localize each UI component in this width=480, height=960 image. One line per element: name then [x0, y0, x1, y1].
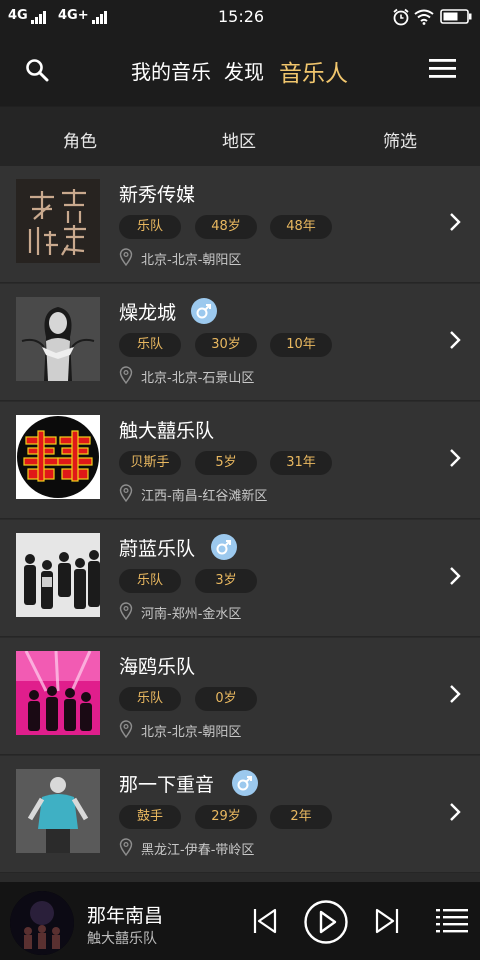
- band-photo-image: [16, 533, 100, 617]
- location-pin-icon: [119, 366, 133, 384]
- chevron-right-icon[interactable]: [448, 801, 462, 823]
- signal-indicator-2: 4G+: [58, 8, 108, 24]
- song-title: 那年南昌: [87, 905, 164, 927]
- list-item[interactable]: 海鸥乐队 乐队 0岁 北京-北京-朝阳区: [0, 638, 480, 755]
- wifi-icon: [414, 9, 434, 25]
- filter-bar: 角色 地区 筛选: [0, 106, 480, 166]
- list-item[interactable]: 新秀传媒 乐队 48岁 48年 北京-北京-朝阳区: [0, 166, 480, 283]
- tag-age: 29岁: [195, 805, 257, 829]
- male-icon: [191, 298, 217, 324]
- tag-age: 48岁: [195, 215, 257, 239]
- tab-discover[interactable]: 发现: [224, 56, 264, 85]
- artist-thumbnail: [16, 179, 100, 263]
- location-pin-icon: [119, 484, 133, 502]
- male-icon: [211, 534, 237, 560]
- location-pin-icon: [119, 248, 133, 266]
- tag-years: 31年: [270, 451, 332, 475]
- signal-bars-icon: [91, 9, 108, 24]
- location-text: 北京-北京-朝阳区: [141, 253, 242, 268]
- now-playing-bar[interactable]: 那年南昌 触大囍乐队: [0, 882, 480, 960]
- signal-indicator-1: 4G: [8, 8, 47, 24]
- location-text: 江西-南昌-红谷滩新区: [141, 489, 268, 504]
- tag-role: 乐队: [119, 215, 181, 239]
- male-icon: [232, 770, 258, 796]
- list-item[interactable]: 那一下重音 鼓手 29岁 2年 黑龙江-伊春-带岭区: [0, 756, 480, 873]
- top-navigation: 我的音乐 发现 音乐人: [0, 34, 480, 106]
- list-item[interactable]: 燥龙城 乐队 30岁 10年 北京-北京-石景山区: [0, 284, 480, 401]
- play-icon[interactable]: [303, 899, 349, 945]
- location-pin-icon: [119, 720, 133, 738]
- signal-label-2: 4G+: [58, 8, 89, 23]
- status-bar: 4G 4G+ 15:26: [0, 0, 480, 34]
- artist-name: 触大囍乐队: [119, 420, 215, 442]
- tag-role: 乐队: [119, 687, 181, 711]
- filter-screen[interactable]: 筛选: [383, 127, 417, 152]
- tag-age: 3岁: [195, 569, 257, 593]
- tag-age: 0岁: [195, 687, 257, 711]
- artist-name: 那一下重音: [119, 774, 215, 796]
- list-item[interactable]: 触大囍乐队 贝斯手 5岁 31年 江西-南昌-红谷滩新区: [0, 402, 480, 519]
- tag-role: 鼓手: [119, 805, 181, 829]
- search-icon[interactable]: [25, 58, 49, 82]
- alarm-icon: [393, 8, 409, 26]
- tab-musicians[interactable]: 音乐人: [279, 54, 348, 88]
- previous-icon[interactable]: [252, 907, 278, 935]
- song-artist: 触大囍乐队: [87, 931, 157, 947]
- artist-name: 新秀传媒: [119, 184, 196, 206]
- red-logo-image: [16, 415, 100, 499]
- tag-years: 48年: [270, 215, 332, 239]
- location-text: 北京-北京-朝阳区: [141, 725, 242, 740]
- tag-age: 5岁: [195, 451, 257, 475]
- playlist-icon[interactable]: [436, 908, 468, 934]
- tag-age: 30岁: [195, 333, 257, 357]
- artist-name: 海鸥乐队: [119, 656, 196, 678]
- chevron-right-icon[interactable]: [448, 329, 462, 351]
- battery-icon: [440, 9, 472, 24]
- chevron-right-icon[interactable]: [448, 683, 462, 705]
- location-text: 北京-北京-石景山区: [141, 371, 255, 386]
- filter-region[interactable]: 地区: [222, 127, 256, 152]
- artist-thumbnail: [16, 769, 100, 853]
- calligraphy-logo-image: [16, 179, 100, 263]
- artist-name: 燥龙城: [119, 302, 177, 324]
- tab-my-music[interactable]: 我的音乐: [131, 56, 211, 85]
- filter-role[interactable]: 角色: [63, 127, 97, 152]
- chevron-right-icon[interactable]: [448, 565, 462, 587]
- album-art[interactable]: [10, 891, 74, 955]
- location-text: 河南-郑州-金水区: [141, 607, 242, 622]
- location-text: 黑龙江-伊春-带岭区: [141, 843, 255, 858]
- sketch-figure-image: [16, 769, 100, 853]
- clock: 15:26: [218, 7, 265, 26]
- tag-years: 10年: [270, 333, 332, 357]
- chevron-right-icon[interactable]: [448, 211, 462, 233]
- artist-thumbnail: [16, 651, 100, 735]
- artist-thumbnail: [16, 297, 100, 381]
- chevron-right-icon[interactable]: [448, 447, 462, 469]
- tag-years: 2年: [270, 805, 332, 829]
- signal-label-1: 4G: [8, 8, 28, 23]
- artist-name: 蔚蓝乐队: [119, 538, 196, 560]
- pink-stage-image: [16, 651, 100, 735]
- signal-bars-icon: [30, 9, 47, 24]
- tag-role: 乐队: [119, 333, 181, 357]
- next-icon[interactable]: [374, 907, 400, 935]
- artist-thumbnail: [16, 415, 100, 499]
- artist-thumbnail: [16, 533, 100, 617]
- location-pin-icon: [119, 602, 133, 620]
- list-item[interactable]: 蔚蓝乐队 乐队 3岁 河南-郑州-金水区: [0, 520, 480, 637]
- location-pin-icon: [119, 838, 133, 856]
- tag-role: 贝斯手: [119, 451, 181, 475]
- album-cover-image: [10, 891, 74, 955]
- menu-icon[interactable]: [429, 58, 456, 79]
- bw-portrait-image: [16, 297, 100, 381]
- tag-role: 乐队: [119, 569, 181, 593]
